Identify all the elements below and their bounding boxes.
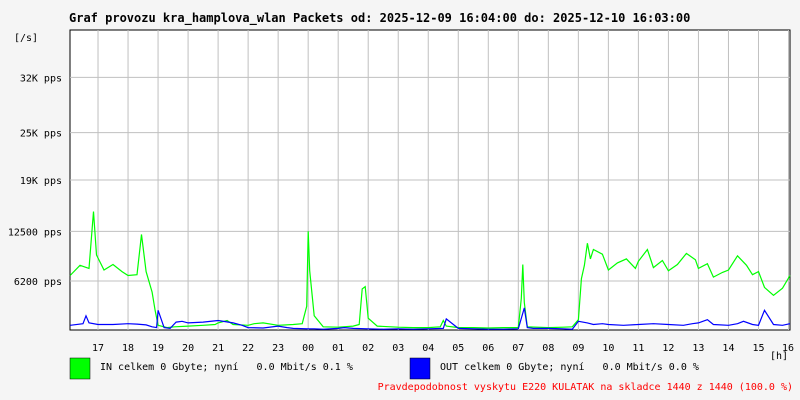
- x-tick-label: 09: [572, 343, 584, 354]
- chart: Graf provozu kra_hamplova_wlan Packets o…: [8, 11, 794, 393]
- x-tick-label: 05: [452, 343, 464, 354]
- x-tick-label: 04: [422, 343, 434, 354]
- y-tick-label: 25K pps: [20, 129, 62, 140]
- y-tick-label: 6200 pps: [14, 277, 62, 288]
- x-tick-label: 03: [392, 343, 404, 354]
- x-tick-label: 21: [212, 343, 224, 354]
- y-axis-unit: [/s]: [14, 33, 38, 44]
- legend-label: IN celkem 0 Gbyte; nyní 0.0 Mbit/s 0.1 %: [100, 361, 353, 373]
- x-tick-label: 06: [482, 343, 494, 354]
- x-tick-label: 19: [152, 343, 164, 354]
- x-tick-label: 16: [782, 343, 794, 354]
- x-tick-label: 18: [122, 343, 134, 354]
- y-tick-label: 19K pps: [20, 176, 62, 187]
- y-tick-labels: 6200 pps 12500 pps 19K pps 25K pps 32K pps: [8, 73, 62, 288]
- x-tick-label: 01: [332, 343, 344, 354]
- x-tick-label: 17: [92, 343, 104, 354]
- x-tick-label: 20: [182, 343, 194, 354]
- x-tick-label: 12: [662, 343, 674, 354]
- x-tick-label: 15: [752, 343, 764, 354]
- x-tick-label: 14: [722, 343, 734, 354]
- footer-note: Pravdepodobnost vyskytu E220 KULATAK na …: [378, 382, 793, 393]
- x-tick-label: 10: [602, 343, 614, 354]
- legend: IN celkem 0 Gbyte; nyní 0.0 Mbit/s 0.1 %…: [69, 357, 699, 380]
- legend-swatch: [409, 357, 431, 380]
- x-tick-label: 08: [542, 343, 554, 354]
- legend-label: OUT celkem 0 Gbyte; nyní 0.0 Mbit/s 0.0 …: [440, 361, 699, 373]
- y-tick-label: 32K pps: [20, 73, 62, 84]
- chart-title: Graf provozu kra_hamplova_wlan Packets o…: [69, 11, 690, 26]
- x-tick-labels: 17 18 19 20 21 22 23 00 01 02 03 04 05 06 07 08 09 10 11 12…: [92, 343, 794, 354]
- x-tick-label: 02: [362, 343, 374, 354]
- y-tick-label: 12500 pps: [8, 227, 62, 238]
- x-tick-label: 07: [512, 343, 524, 354]
- x-tick-label: 13: [692, 343, 704, 354]
- legend-swatch: [69, 357, 91, 380]
- x-tick-label: 00: [302, 343, 314, 354]
- x-tick-label: 23: [272, 343, 284, 354]
- x-tick-label: 22: [242, 343, 254, 354]
- x-tick-label: 11: [632, 343, 644, 354]
